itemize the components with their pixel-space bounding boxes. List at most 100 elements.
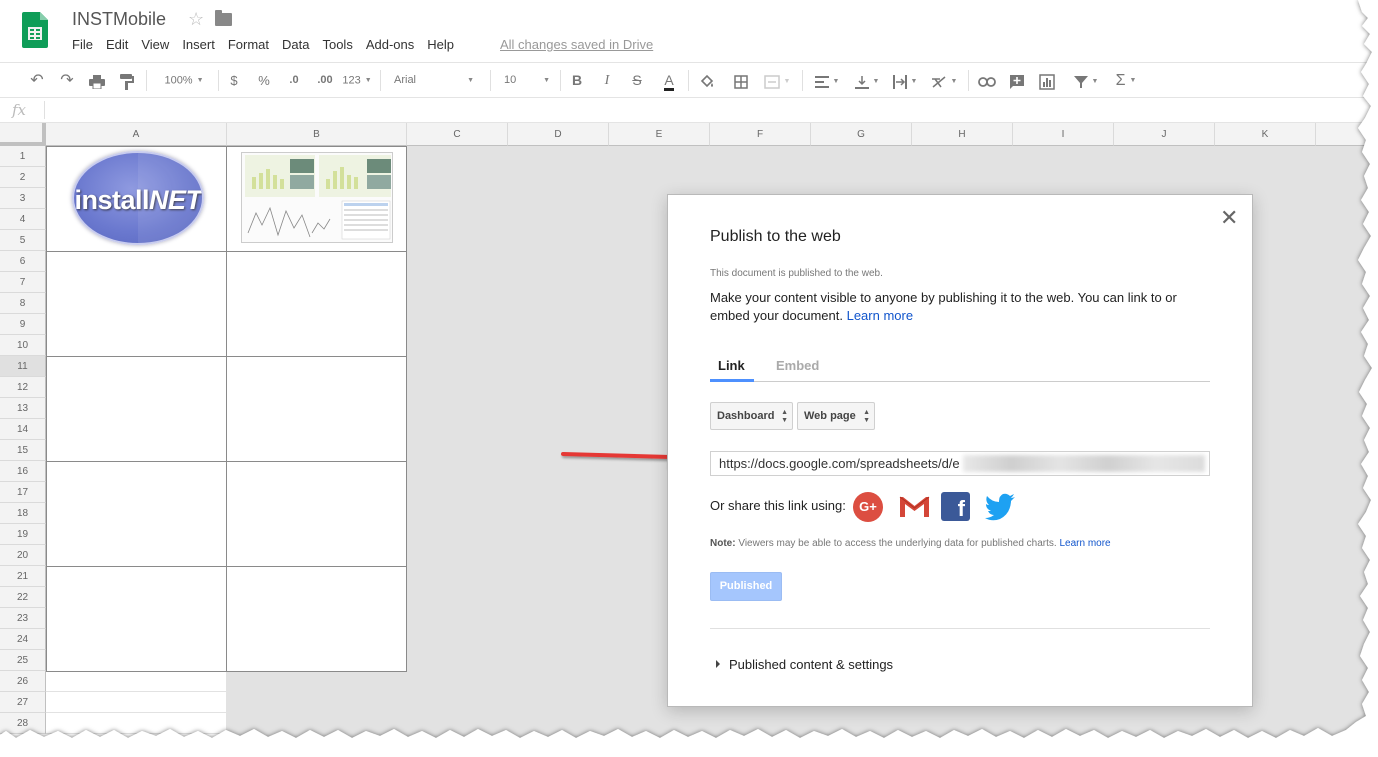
decrease-decimals-button[interactable]: .0 — [282, 63, 306, 98]
column-header-d[interactable]: D — [508, 123, 609, 146]
star-icon[interactable]: ☆ — [188, 9, 204, 29]
column-header-j[interactable]: J — [1114, 123, 1215, 146]
column-header-g[interactable]: G — [811, 123, 912, 146]
undo-icon[interactable]: ↶ — [26, 63, 48, 98]
merged-cell-a21[interactable] — [46, 566, 227, 672]
row-header[interactable]: 12 — [0, 377, 46, 398]
percent-format-button[interactable]: % — [254, 63, 274, 98]
gmail-icon[interactable] — [899, 495, 930, 518]
menu-format[interactable]: Format — [228, 36, 269, 53]
close-icon[interactable]: ✕ — [1220, 207, 1238, 229]
menu-data[interactable]: Data — [282, 36, 309, 53]
zoom-select[interactable]: 100% ▼ — [156, 63, 212, 98]
learn-more-link[interactable]: Learn more — [847, 308, 913, 323]
text-rotation-icon[interactable]: ▼ — [926, 63, 962, 98]
row-header[interactable]: 2 — [0, 167, 46, 188]
row-header[interactable]: 13 — [0, 398, 46, 419]
row-header[interactable]: 20 — [0, 545, 46, 566]
filter-icon[interactable]: ▼ — [1066, 63, 1106, 98]
text-wrap-icon[interactable]: ▼ — [888, 63, 922, 98]
currency-format-button[interactable]: $ — [226, 63, 242, 98]
twitter-icon[interactable] — [984, 493, 1016, 521]
row-header[interactable]: 24 — [0, 629, 46, 650]
column-header-b[interactable]: B — [227, 123, 407, 146]
insert-comment-icon[interactable] — [1006, 63, 1028, 98]
paint-format-icon[interactable] — [116, 63, 138, 98]
row-header-selected[interactable]: 11 — [0, 356, 46, 377]
row-header[interactable]: 25 — [0, 650, 46, 671]
document-title[interactable]: INSTMobile — [72, 9, 166, 30]
row-header[interactable]: 16 — [0, 461, 46, 482]
published-button[interactable]: Published — [710, 572, 782, 601]
merged-cell-b16[interactable] — [226, 461, 407, 567]
column-header-c[interactable]: C — [407, 123, 508, 146]
merged-cell-b11[interactable] — [226, 356, 407, 462]
strikethrough-button[interactable]: S — [628, 63, 646, 98]
row-header[interactable]: 19 — [0, 524, 46, 545]
column-header-e[interactable]: E — [609, 123, 710, 146]
menu-tools[interactable]: Tools — [322, 36, 352, 53]
row-header[interactable]: 28 — [0, 713, 46, 734]
increase-decimals-button[interactable]: .00 — [312, 63, 338, 98]
google-plus-icon[interactable]: G+ — [853, 492, 883, 522]
borders-icon[interactable] — [730, 63, 752, 98]
row-header[interactable]: 6 — [0, 251, 46, 272]
more-formats-select[interactable]: 123 ▼ — [340, 63, 374, 98]
row-header[interactable]: 15 — [0, 440, 46, 461]
text-color-button[interactable]: A — [658, 63, 680, 98]
column-header-h[interactable]: H — [912, 123, 1013, 146]
merge-cells-icon[interactable]: ▼ — [760, 63, 794, 98]
font-select[interactable]: Arial ▼ — [388, 63, 480, 98]
column-header-f[interactable]: F — [710, 123, 811, 146]
menu-insert[interactable]: Insert — [182, 36, 215, 53]
row-header[interactable]: 5 — [0, 230, 46, 251]
row-header[interactable]: 10 — [0, 335, 46, 356]
menu-addons[interactable]: Add-ons — [366, 36, 414, 53]
select-all-corner[interactable] — [0, 123, 46, 146]
menu-edit[interactable]: Edit — [106, 36, 128, 53]
published-settings-toggle[interactable]: Published content & settings — [716, 657, 893, 672]
row-header[interactable]: 4 — [0, 209, 46, 230]
insert-link-icon[interactable] — [976, 63, 998, 98]
merged-cell-a16[interactable] — [46, 461, 227, 567]
column-header-i[interactable]: I — [1013, 123, 1114, 146]
facebook-icon[interactable]: f — [941, 492, 970, 521]
row-header[interactable]: 14 — [0, 419, 46, 440]
align-horizontal-icon[interactable]: ▼ — [810, 63, 844, 98]
merged-cell-a6[interactable] — [46, 251, 227, 357]
menu-view[interactable]: View — [141, 36, 169, 53]
functions-button[interactable]: Σ ▼ — [1110, 63, 1142, 98]
fill-color-icon[interactable] — [696, 63, 718, 98]
sheet-select[interactable]: Dashboard ▲ ▼ — [710, 402, 793, 430]
merged-cell-b21[interactable] — [226, 566, 407, 672]
italic-button[interactable]: I — [598, 63, 616, 98]
row-header[interactable]: 8 — [0, 293, 46, 314]
row-header[interactable]: 27 — [0, 692, 46, 713]
menu-help[interactable]: Help — [427, 36, 454, 53]
sheets-logo-icon[interactable] — [22, 12, 48, 48]
row-header[interactable]: 18 — [0, 503, 46, 524]
tab-embed[interactable]: Embed — [776, 358, 819, 373]
row-header[interactable]: 21 — [0, 566, 46, 587]
row-header[interactable]: 23 — [0, 608, 46, 629]
formula-bar[interactable]: fx — [0, 98, 1378, 123]
align-vertical-icon[interactable]: ▼ — [850, 63, 884, 98]
row-header[interactable]: 17 — [0, 482, 46, 503]
tab-link[interactable]: Link — [718, 358, 745, 373]
folder-icon[interactable] — [215, 10, 232, 26]
merged-cell-a1[interactable]: installNET — [46, 146, 227, 252]
row-header[interactable]: 3 — [0, 188, 46, 209]
row-header[interactable]: 26 — [0, 671, 46, 692]
merged-cell-b6[interactable] — [226, 251, 407, 357]
row-header[interactable]: 9 — [0, 314, 46, 335]
column-header-a[interactable]: A — [46, 123, 227, 146]
published-url-field[interactable]: https://docs.google.com/spreadsheets/d/e — [710, 451, 1210, 476]
bold-button[interactable]: B — [568, 63, 586, 98]
save-status[interactable]: All changes saved in Drive — [500, 36, 653, 53]
menu-file[interactable]: File — [72, 36, 93, 53]
note-learn-more-link[interactable]: Learn more — [1059, 538, 1110, 549]
font-size-select[interactable]: 10 ▼ — [498, 63, 554, 98]
merged-cell-b1[interactable] — [226, 146, 407, 252]
column-header-k[interactable]: K — [1215, 123, 1316, 146]
merged-cell-a11[interactable] — [46, 356, 227, 462]
